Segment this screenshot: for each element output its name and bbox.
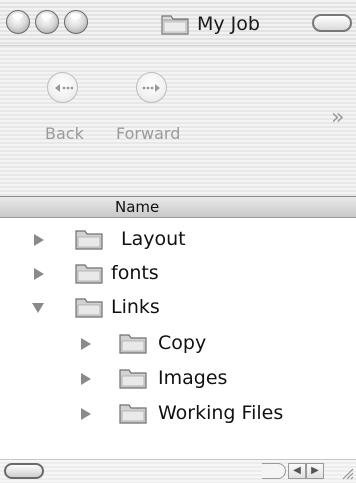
- scroll-left-arrow-icon[interactable]: ◀: [288, 463, 306, 479]
- list-item-label: Images: [158, 367, 228, 389]
- horizontal-scrollbar[interactable]: ◀ ▶: [0, 459, 356, 483]
- back-label: Back: [45, 124, 84, 143]
- list-item-label: fonts: [111, 262, 159, 284]
- list-item-label: Links: [111, 296, 160, 318]
- list-item[interactable]: Layout: [0, 223, 356, 257]
- toolbar: [0, 44, 356, 196]
- folder-icon: [119, 369, 147, 389]
- list-item-label: Copy: [158, 332, 207, 354]
- list-item[interactable]: Working Files: [0, 397, 356, 431]
- disclosure-triangle-right-icon[interactable]: [33, 233, 45, 247]
- window-title: My Job: [197, 13, 260, 35]
- disclosure-triangle-right-icon[interactable]: [80, 337, 92, 351]
- list-item[interactable]: Images: [0, 362, 356, 396]
- disclosure-triangle-right-icon[interactable]: [80, 407, 92, 421]
- list-item-label: Layout: [121, 228, 186, 250]
- name-column-label: Name: [115, 198, 160, 216]
- close-window-button[interactable]: [6, 10, 30, 34]
- back-button[interactable]: [47, 72, 78, 103]
- minimize-window-button[interactable]: [35, 10, 59, 34]
- scroll-right-arrow-icon[interactable]: ▶: [306, 463, 324, 479]
- name-column-header[interactable]: Name: [0, 196, 356, 218]
- list-item[interactable]: Copy: [0, 327, 356, 361]
- list-item[interactable]: Links: [0, 291, 356, 325]
- folder-icon: [119, 334, 147, 354]
- zoom-window-button[interactable]: [64, 10, 88, 34]
- list-item-label: Working Files: [158, 402, 284, 424]
- folder-icon: [75, 230, 103, 250]
- resize-grip-icon[interactable]: [340, 466, 354, 480]
- disclosure-triangle-down-icon[interactable]: [31, 302, 45, 314]
- folder-icon: [75, 298, 103, 318]
- disclosure-triangle-right-icon[interactable]: [33, 267, 45, 281]
- toolbar-toggle-button[interactable]: [312, 14, 352, 32]
- folder-icon: [75, 264, 103, 284]
- forward-arrow-icon: [142, 84, 160, 92]
- toolbar-divider: [0, 45, 356, 46]
- scrollbar-track-end[interactable]: [262, 463, 286, 479]
- folder-icon: [119, 404, 147, 424]
- list-item[interactable]: fonts: [0, 257, 356, 291]
- forward-label: Forward: [116, 124, 181, 143]
- disclosure-triangle-right-icon[interactable]: [80, 372, 92, 386]
- title-folder-icon: [160, 12, 190, 40]
- scrollbar-thumb[interactable]: [4, 463, 44, 479]
- forward-button[interactable]: [136, 72, 167, 103]
- toolbar-overflow-chevron-icon[interactable]: »: [331, 105, 345, 130]
- back-arrow-icon: [55, 84, 73, 92]
